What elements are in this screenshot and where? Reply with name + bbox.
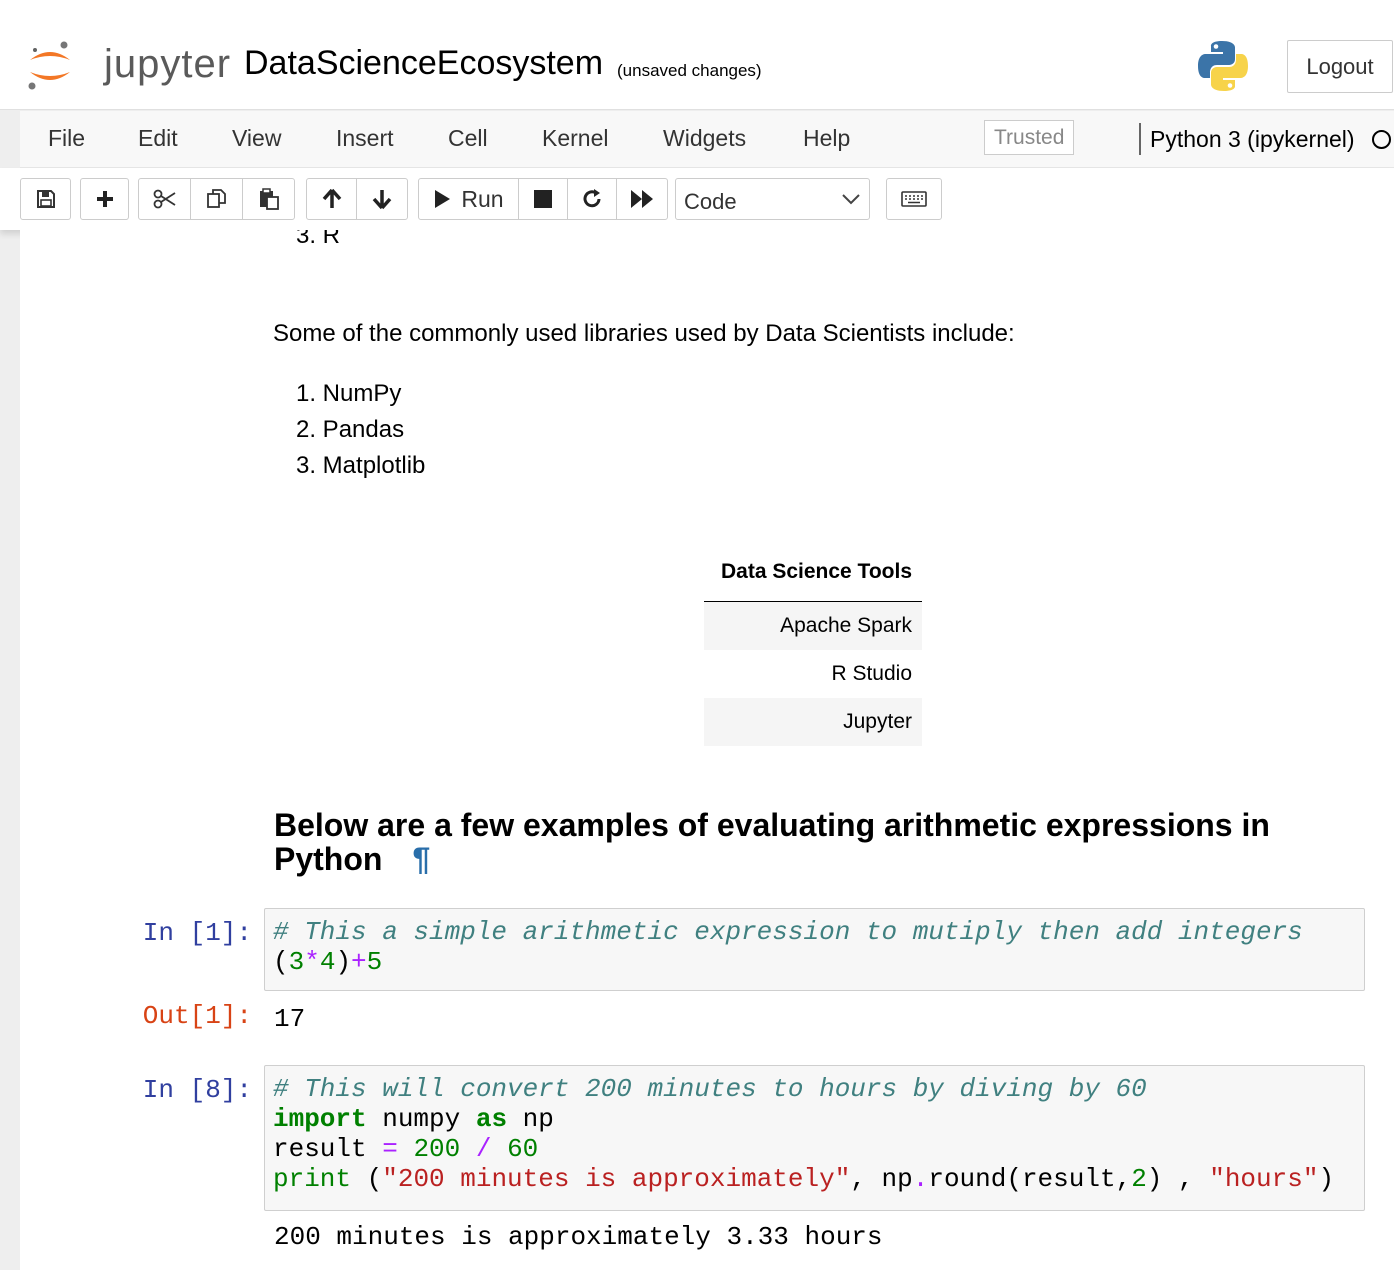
keyboard-icon <box>901 191 927 207</box>
input-prompt: In [1]: <box>142 918 252 948</box>
list-item: 2. Pandas <box>296 416 405 443</box>
table-row: Jupyter <box>704 698 922 746</box>
code-comment: # This a simple arithmetic expression to… <box>273 917 1303 947</box>
menu-file[interactable]: File <box>48 125 85 152</box>
run-button[interactable]: Run <box>418 178 519 220</box>
table-cell: Apache Spark <box>704 601 922 650</box>
save-button[interactable] <box>20 178 71 220</box>
list-item: 3. Matplotlib <box>296 452 426 479</box>
code-line: print ("200 minutes is approximately", n… <box>273 1164 1335 1194</box>
run-group: Run <box>418 178 668 220</box>
restart-icon <box>583 189 601 208</box>
stop-icon <box>534 190 552 208</box>
notebook-title[interactable]: DataScienceEcosystem <box>244 44 603 83</box>
insert-cell-button[interactable] <box>80 178 129 220</box>
table-row: R Studio <box>704 650 922 698</box>
chevron-down-icon <box>842 194 860 205</box>
heading-anchor-link[interactable]: ¶ <box>412 841 430 877</box>
menu-widgets[interactable]: Widgets <box>663 125 746 152</box>
header: jupyter DataScienceEcosystem (unsaved ch… <box>0 0 1394 110</box>
partial-list-item: 3. R <box>296 230 341 249</box>
input-prompt: In [8]: <box>142 1075 252 1105</box>
libraries-list: 1. NumPy 2. Pandas 3. Matplotlib <box>296 376 425 484</box>
jupyter-logo-icon <box>28 41 70 90</box>
move-up-button[interactable] <box>306 178 357 220</box>
python-logo-icon <box>1198 41 1248 91</box>
cell-type-select[interactable]: Code <box>675 178 870 220</box>
tools-table: Data Science Tools Apache Spark R Studio… <box>704 550 922 746</box>
floppy-disk-icon <box>36 190 55 208</box>
list-item: 1. NumPy <box>296 380 402 407</box>
scissors-icon <box>153 189 175 209</box>
output-prompt: Out[1]: <box>142 1001 252 1031</box>
cell-output: 17 <box>274 1004 306 1034</box>
clipboard-group <box>138 178 295 220</box>
menu-help[interactable]: Help <box>803 125 850 152</box>
code-cell-input[interactable]: # This will convert 200 minutes to hours… <box>264 1065 1365 1211</box>
code-line: (3*4)+5 <box>273 947 383 977</box>
cell-type-value: Code <box>684 189 737 214</box>
cell-output: 200 minutes is approximately 3.33 hours <box>274 1222 883 1252</box>
jupyter-logo[interactable]: jupyter <box>26 40 230 92</box>
table-cell: R Studio <box>831 662 912 685</box>
interrupt-button[interactable] <box>518 178 568 220</box>
move-down-button[interactable] <box>356 178 408 220</box>
code-line: import numpy as np <box>273 1104 554 1134</box>
insert-group <box>80 178 129 220</box>
arrow-down-icon <box>372 190 392 210</box>
kernel-name[interactable]: Python 3 (ipykernel) <box>1150 126 1355 153</box>
table-header: Data Science Tools <box>704 550 922 602</box>
libraries-intro: Some of the commonly used libraries used… <box>273 320 1015 347</box>
run-label: Run <box>461 185 504 212</box>
code-cell-input[interactable]: # This a simple arithmetic expression to… <box>264 908 1365 991</box>
command-palette-group <box>886 178 942 220</box>
code-line: result = 200 / 60 <box>273 1134 539 1164</box>
menubar: File Edit View Insert Cell Kernel Widget… <box>20 111 1394 168</box>
plus-icon <box>96 191 113 207</box>
table-row: Apache Spark <box>704 601 922 650</box>
toolbar: Run Code <box>0 168 1394 230</box>
command-palette-button[interactable] <box>886 178 942 220</box>
save-group <box>20 178 71 220</box>
menu-edit[interactable]: Edit <box>138 125 178 152</box>
restart-kernel-button[interactable] <box>567 178 617 220</box>
kernel-idle-icon <box>1372 130 1391 149</box>
copy-button[interactable] <box>190 178 243 220</box>
logo-text: jupyter <box>104 42 232 86</box>
move-group <box>306 178 408 220</box>
arrow-up-icon <box>322 188 341 208</box>
section-heading: Below are a few examples of evaluating a… <box>274 808 1334 876</box>
cut-button[interactable] <box>138 178 191 220</box>
table-cell: Jupyter <box>704 698 922 746</box>
paste-button[interactable] <box>242 178 295 220</box>
restart-run-all-button[interactable] <box>616 178 668 220</box>
copy-icon <box>206 189 226 208</box>
notebook-container[interactable]: 3. R Some of the commonly used libraries… <box>20 230 1394 1270</box>
kernel-divider <box>1139 123 1141 155</box>
menu-kernel[interactable]: Kernel <box>542 125 608 152</box>
save-status: (unsaved changes) <box>617 61 762 80</box>
menu-cell[interactable]: Cell <box>448 125 488 152</box>
fast-forward-icon <box>631 190 653 208</box>
paste-icon <box>259 188 279 210</box>
play-icon <box>435 190 451 208</box>
logout-button[interactable]: Logout <box>1287 40 1393 93</box>
menu-insert[interactable]: Insert <box>336 125 394 152</box>
trusted-indicator[interactable]: Trusted <box>984 120 1075 155</box>
code-comment: # This will convert 200 minutes to hours… <box>273 1074 1147 1104</box>
menu-view[interactable]: View <box>232 125 281 152</box>
